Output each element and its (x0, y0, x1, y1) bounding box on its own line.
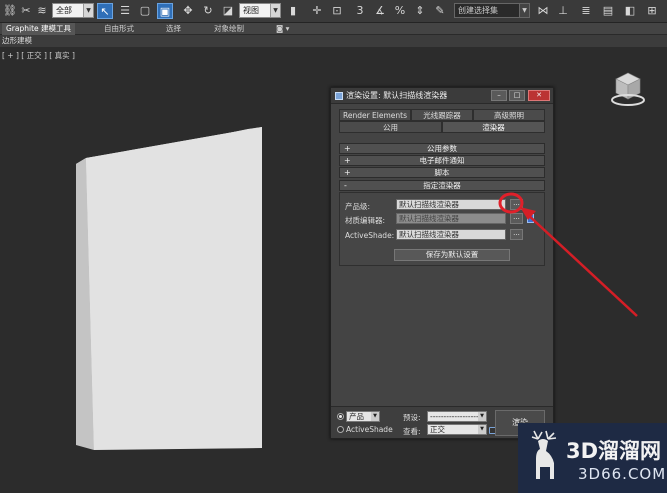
rollout-common-parameters[interactable]: + 公用参数 (339, 143, 545, 154)
viewcube-icon[interactable] (610, 69, 646, 109)
tab-advanced-lighting[interactable]: 高级照明 (473, 109, 545, 121)
close-button[interactable]: ✕ (528, 90, 550, 101)
selection-filter-dropdown[interactable]: 全部 ▼ (52, 3, 94, 18)
dialog-tabs-row2: 公用 渲染器 (339, 121, 545, 133)
tab-renderer[interactable]: 渲染器 (442, 121, 545, 133)
lock-icon[interactable] (527, 214, 534, 223)
tab-object-paint[interactable]: 对象绘制 (210, 23, 248, 35)
tab-render-elements[interactable]: Render Elements (339, 109, 411, 121)
brand-watermark: 3D溜溜网 3D66.COM (518, 423, 667, 493)
tab-common[interactable]: 公用 (339, 121, 442, 133)
mirror-icon[interactable]: ⋈ (535, 3, 551, 19)
chevron-down-icon: ▼ (519, 4, 529, 17)
chevron-down-icon: ▼ (270, 4, 280, 17)
view-label: 查看: (403, 427, 421, 436)
preset-dropdown[interactable]: ------------------- ▼ (427, 411, 487, 422)
assign-renderer-panel: 产品级: 默认扫描线渲染器 ... 材质编辑器: 默认扫描线渲染器 ... Ac… (339, 192, 545, 266)
named-selection-dropdown[interactable]: 创建选择集 ▼ (454, 3, 530, 18)
selection-filter-value: 全部 (56, 6, 72, 15)
percent-snap-icon[interactable]: % (392, 3, 408, 19)
minimize-button[interactable]: – (491, 90, 507, 101)
link-icon[interactable]: ⛓ (2, 3, 18, 19)
window-crossing-icon[interactable]: ▣ (157, 3, 173, 19)
activeshade-label: ActiveShade: (345, 231, 395, 240)
spinner-snap-icon[interactable]: ⇕ (412, 3, 428, 19)
curve-editor-icon[interactable]: ◧ (622, 3, 638, 19)
activeshade-choose-button[interactable]: ... (510, 229, 523, 240)
angle-snap-icon[interactable]: ∡ (372, 3, 388, 19)
tab-raytracer[interactable]: 光线跟踪器 (411, 109, 473, 121)
named-selection-value: 创建选择集 (458, 6, 498, 15)
unlink-icon[interactable]: ✂ (18, 3, 34, 19)
reference-coord-value: 视图 (243, 6, 259, 15)
ribbon-tabs: Graphite 建模工具 自由形式 选择 对象绘制 ◙ ▾ (0, 23, 667, 35)
main-toolbar: ⛓ ✂ ≋ 全部 ▼ ↖ ☰ ▢ ▣ ✥ ↻ ◪ 视图 ▼ ▮ ✛ ⊡ 3 ∡ … (0, 0, 667, 23)
dialog-title: 渲染设置: 默认扫描线渲染器 (346, 91, 448, 100)
schematic-view-icon[interactable]: ⊞ (644, 3, 660, 19)
tab-selection[interactable]: 选择 (162, 23, 185, 35)
dialog-titlebar[interactable]: 渲染设置: 默认扫描线渲染器 – □ ✕ (331, 88, 553, 104)
dialog-tabs-row1: Render Elements 光线跟踪器 高级照明 (339, 109, 545, 121)
radio-activeshade[interactable] (337, 426, 344, 433)
product-mode-dropdown[interactable]: 产品 ▼ (346, 411, 380, 422)
reference-coord-dropdown[interactable]: 视图 ▼ (239, 3, 281, 18)
scale-icon[interactable]: ◪ (220, 3, 236, 19)
rectangular-selection-icon[interactable]: ▢ (137, 3, 153, 19)
render-setup-dialog: 渲染设置: 默认扫描线渲染器 – □ ✕ Render Elements 光线跟… (330, 87, 554, 439)
pivot-center-icon[interactable]: ▮ (285, 3, 301, 19)
production-renderer-field: 默认扫描线渲染器 (396, 199, 506, 210)
activeshade-renderer-field: 默认扫描线渲染器 (396, 229, 506, 240)
layer-manager-icon[interactable]: ≣ (578, 3, 594, 19)
keyboard-shortcut-icon[interactable]: ⊡ (329, 3, 345, 19)
chevron-down-icon: ▼ (478, 425, 486, 434)
maximize-button[interactable]: □ (509, 90, 525, 101)
bind-spacewarp-icon[interactable]: ≋ (34, 3, 50, 19)
select-object-icon[interactable]: ↖ (97, 3, 113, 19)
graphite-toggle-icon[interactable]: ▤ (600, 3, 616, 19)
material-editor-choose-button[interactable]: ... (510, 213, 523, 224)
ribbon-options-icon[interactable]: ◙ ▾ (272, 23, 293, 35)
material-editor-renderer-field: 默认扫描线渲染器 (396, 213, 506, 224)
tab-freeform[interactable]: 自由形式 (100, 23, 138, 35)
select-manipulate-icon[interactable]: ✛ (309, 3, 325, 19)
edit-named-selection-icon[interactable]: ✎ (432, 3, 448, 19)
align-icon[interactable]: ⊥ (555, 3, 571, 19)
material-editor-label: 材质编辑器: (345, 216, 386, 225)
production-choose-button[interactable]: ... (510, 199, 523, 210)
select-by-name-icon[interactable]: ☰ (117, 3, 133, 19)
rollout-email-notification[interactable]: + 电子邮件通知 (339, 155, 545, 166)
preset-label: 预设: (403, 413, 421, 422)
ribbon-panel: 边形建模 (0, 35, 667, 47)
production-label: 产品级: (345, 202, 371, 211)
save-as-default-button[interactable]: 保存为默认设置 (394, 249, 510, 261)
activeshade-mode-label: ActiveShade (346, 425, 393, 434)
move-icon[interactable]: ✥ (180, 3, 196, 19)
watermark-brand: 3D溜溜网 (566, 439, 662, 463)
snaps-toggle-icon[interactable]: 3 (352, 3, 368, 19)
tab-graphite[interactable]: Graphite 建模工具 (2, 23, 76, 35)
chevron-down-icon: ▼ (83, 4, 93, 17)
render-teapot-icon (335, 92, 343, 100)
rollout-scripts[interactable]: + 脚本 (339, 167, 545, 178)
app-window: ⛓ ✂ ≋ 全部 ▼ ↖ ☰ ▢ ▣ ✥ ↻ ◪ 视图 ▼ ▮ ✛ ⊡ 3 ∡ … (0, 0, 667, 493)
chevron-down-icon: ▼ (478, 412, 486, 421)
view-dropdown[interactable]: 正交 ▼ (427, 424, 487, 435)
deer-logo-icon (531, 430, 557, 479)
polygon-modeling-label[interactable]: 边形建模 (2, 35, 32, 47)
chevron-down-icon: ▼ (371, 412, 379, 421)
rollout-assign-renderer[interactable]: - 指定渲染器 (339, 180, 545, 191)
watermark-domain: 3D66.COM (578, 465, 667, 483)
rotate-icon[interactable]: ↻ (200, 3, 216, 19)
radio-product[interactable] (337, 413, 344, 420)
